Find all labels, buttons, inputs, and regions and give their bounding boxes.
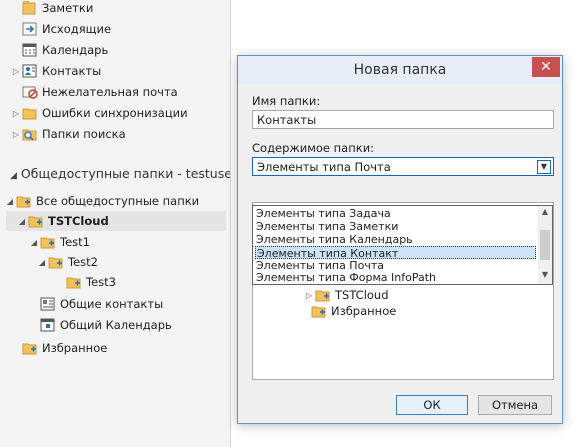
- location-favorites[interactable]: Избранное: [299, 301, 396, 321]
- public-folder-icon: [28, 214, 44, 228]
- folder-pane: Заметки Исходящие Календарь ▷ Контакты Н…: [0, 0, 244, 447]
- public-folders-header[interactable]: ◢ Общедоступные папки - testuse...: [10, 166, 244, 181]
- contacts-icon: [22, 64, 38, 78]
- folder-name-label: Имя папки:: [252, 94, 321, 108]
- folder-contents-label: Содержимое папки:: [252, 141, 375, 155]
- ok-button[interactable]: ОК: [396, 395, 468, 415]
- dialog-titlebar[interactable]: Новая папка ✕: [238, 56, 562, 84]
- public-test1[interactable]: ◢ Test1: [28, 232, 90, 252]
- folder-label: Контакты: [42, 64, 102, 78]
- public-folder-icon: [311, 304, 327, 318]
- dialog-body: Имя папки: Контакты Содержимое папки: Эл…: [238, 84, 562, 423]
- close-icon: ✕: [540, 59, 552, 75]
- folder-label: Заметки: [42, 1, 94, 15]
- folder-label: Все общедоступные папки: [36, 194, 200, 208]
- dialog-title: Новая папка: [353, 62, 447, 78]
- folder-search-folders[interactable]: ▷ Папки поиска: [10, 124, 126, 144]
- folder-label: Ошибки синхронизации: [42, 106, 188, 120]
- collapse-arrow-icon[interactable]: ◢: [28, 238, 40, 247]
- expand-arrow-icon[interactable]: ▷: [10, 67, 22, 76]
- collapse-arrow-icon[interactable]: ◢: [16, 217, 28, 226]
- public-folder-icon: [66, 275, 82, 289]
- collapse-arrow-icon[interactable]: ◢: [4, 197, 16, 206]
- dropdown-option[interactable]: Элементы типа Календарь: [255, 233, 536, 246]
- notes-icon: [22, 1, 38, 15]
- public-folder-icon: [16, 194, 32, 208]
- collapse-arrow-icon[interactable]: ◢: [10, 171, 17, 181]
- contacts-card-icon: [40, 297, 56, 311]
- dropdown-option[interactable]: Элементы типа Задача: [255, 207, 536, 220]
- folder-label: Исходящие: [42, 22, 112, 36]
- folder-label: Нежелательная почта: [42, 85, 178, 99]
- calendar-icon: [40, 318, 56, 332]
- expand-arrow-icon[interactable]: ▷: [10, 109, 22, 118]
- public-test3[interactable]: Test3: [54, 272, 116, 292]
- folder-label: Test1: [60, 235, 90, 249]
- public-folder-icon: [315, 288, 331, 302]
- scrollbar-thumb[interactable]: [540, 230, 550, 260]
- scroll-down-icon[interactable]: ▼: [538, 270, 552, 282]
- folder-label: Избранное: [42, 341, 108, 355]
- close-button[interactable]: ✕: [532, 57, 560, 77]
- public-favorites[interactable]: Избранное: [10, 338, 107, 358]
- folder-label: Папки поиска: [42, 127, 126, 141]
- folder-calendar[interactable]: Календарь: [10, 40, 108, 60]
- new-folder-dialog: Новая папка ✕ Имя папки: Контакты Содерж…: [237, 55, 563, 424]
- folder-label: Общие контакты: [60, 297, 164, 311]
- folder-contents-select[interactable]: Элементы типа Почта ▼: [252, 157, 554, 176]
- dropdown-option-selected[interactable]: Элементы типа Контакт: [255, 246, 536, 260]
- folder-name-input[interactable]: Контакты: [252, 110, 554, 129]
- junk-mail-icon: [22, 85, 38, 99]
- folder-sync-errors[interactable]: ▷ Ошибки синхронизации: [10, 103, 188, 123]
- public-folder-icon: [48, 255, 64, 269]
- folder-junk[interactable]: Нежелательная почта: [10, 82, 178, 102]
- expand-arrow-icon[interactable]: ▷: [303, 291, 315, 300]
- contents-dropdown-list: Элементы типа Задача Элементы типа Замет…: [252, 205, 553, 285]
- folder-label: TSTCloud: [48, 214, 109, 228]
- public-shared-calendar[interactable]: Общий Календарь: [28, 315, 172, 335]
- folder-label: Общий Календарь: [60, 318, 172, 332]
- public-shared-contacts[interactable]: Общие контакты: [28, 294, 163, 314]
- search-folder-icon: [22, 127, 38, 141]
- folder-icon: [22, 106, 38, 120]
- public-tstcloud[interactable]: ◢ TSTCloud: [6, 211, 226, 231]
- expand-arrow-icon[interactable]: ▷: [10, 130, 22, 139]
- location-label: Избранное: [331, 304, 397, 318]
- folder-label: Календарь: [42, 43, 109, 57]
- folder-outbox[interactable]: Исходящие: [10, 19, 111, 39]
- public-folder-icon: [40, 235, 56, 249]
- folder-contacts[interactable]: ▷ Контакты: [10, 61, 101, 81]
- folder-notes[interactable]: Заметки: [10, 0, 93, 18]
- dropdown-option[interactable]: Элементы типа Форма InfoPath: [255, 271, 536, 284]
- outbox-icon: [22, 22, 38, 36]
- dropdown-option[interactable]: Элементы типа Заметки: [255, 220, 536, 233]
- collapse-arrow-icon[interactable]: ◢: [36, 258, 48, 267]
- cancel-button[interactable]: Отмена: [478, 395, 552, 415]
- chevron-down-icon[interactable]: ▼: [537, 160, 551, 174]
- calendar-icon: [22, 43, 38, 57]
- dropdown-scrollbar[interactable]: ▲ ▼: [538, 206, 552, 284]
- public-test2[interactable]: ◢ Test2: [36, 252, 98, 272]
- location-label: TSTCloud: [335, 288, 389, 302]
- public-all-folders[interactable]: ◢ Все общедоступные папки: [4, 191, 199, 211]
- scroll-up-icon[interactable]: ▲: [538, 207, 552, 219]
- folder-label: Test3: [86, 275, 116, 289]
- public-folder-icon: [22, 341, 38, 355]
- folder-label: Test2: [68, 255, 98, 269]
